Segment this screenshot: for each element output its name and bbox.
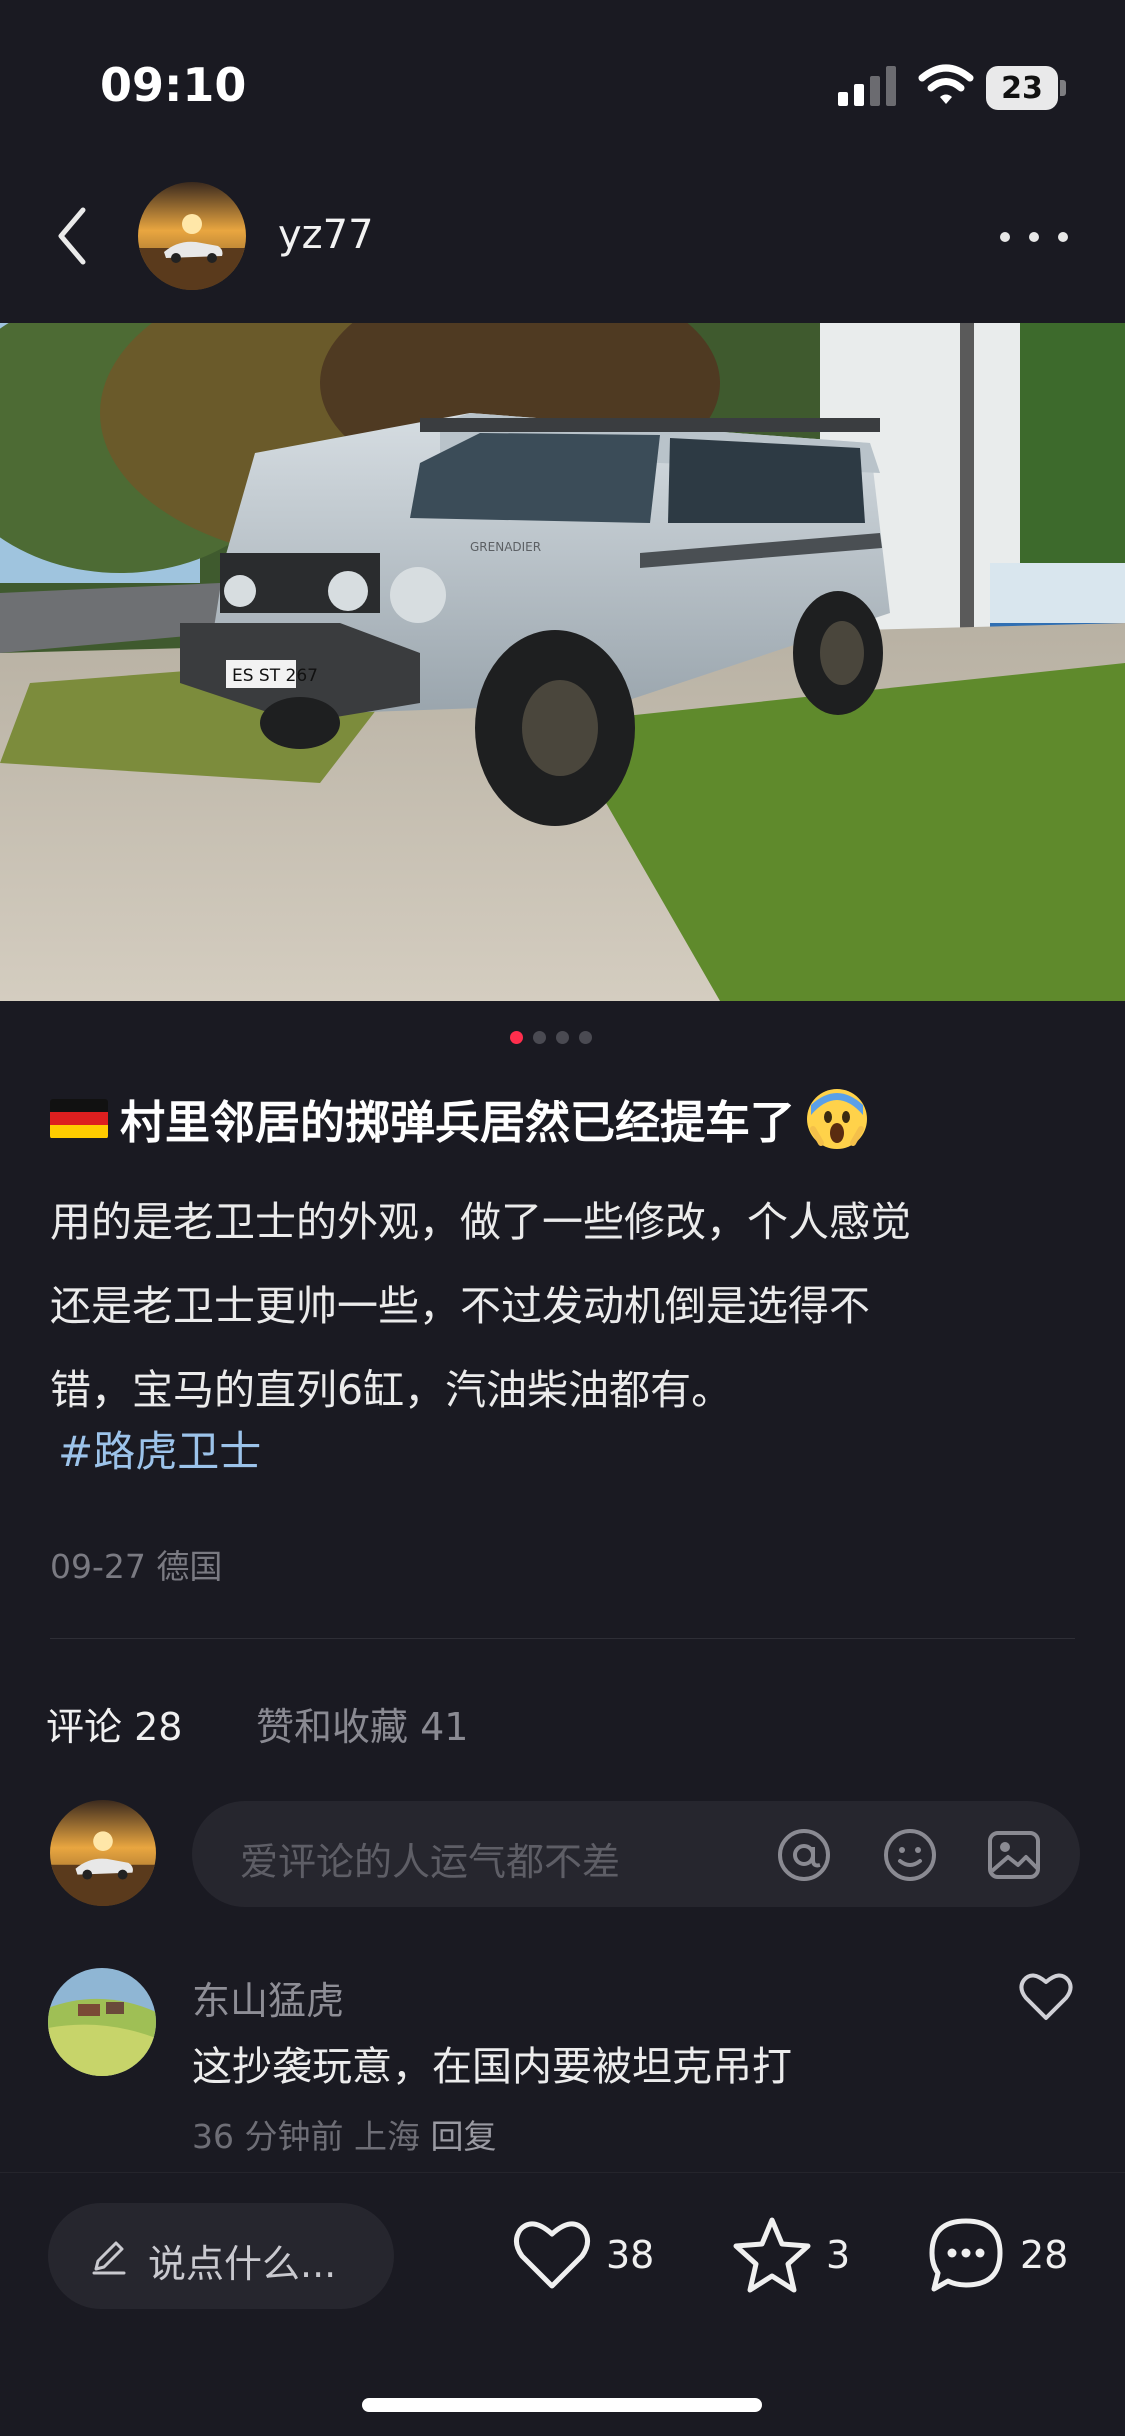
post-date: 09-27 xyxy=(50,1547,146,1586)
commenter-name[interactable]: 东山猛虎 xyxy=(192,1970,344,2025)
carousel-indicator xyxy=(510,1031,610,1047)
image-icon[interactable] xyxy=(986,1827,1042,1883)
avatar-image xyxy=(50,1800,156,1906)
post-body: 用的是老卫士的外观，做了一些修改，个人感觉 还是老卫士更帅一些，不过发动机倒是选… xyxy=(50,1180,1080,1432)
favorite-button[interactable]: 3 xyxy=(732,2215,850,2295)
battery-cap xyxy=(1060,80,1066,96)
carousel-dot-active xyxy=(510,1031,523,1044)
germany-flag-icon xyxy=(50,1098,108,1139)
hashtag-link[interactable]: #路虎卫士 xyxy=(58,1418,261,1479)
favorite-count: 3 xyxy=(826,2233,851,2277)
post-location: 德国 xyxy=(156,1547,223,1586)
say-something-label: 说点什么... xyxy=(148,2242,337,2286)
author-name[interactable]: yz77 xyxy=(278,212,374,258)
wifi-icon xyxy=(918,64,974,104)
status-time: 09:10 xyxy=(100,58,247,112)
avatar-image xyxy=(48,1968,156,2076)
screaming-face-icon xyxy=(807,1088,868,1149)
screaming-face-glyph xyxy=(809,1090,866,1147)
comment-count: 28 xyxy=(1020,2233,1069,2277)
license-plate-text: ES ST 267 xyxy=(232,666,318,686)
say-something-input[interactable]: 说点什么... xyxy=(48,2203,394,2309)
divider xyxy=(50,1638,1075,1639)
star-icon xyxy=(733,2217,811,2293)
pencil-icon xyxy=(92,2241,126,2275)
comment-location: 上海 xyxy=(353,2117,420,2156)
comment-input-placeholder: 爱评论的人运气都不差 xyxy=(240,1840,621,1884)
like-count: 38 xyxy=(606,2233,655,2277)
post-title: 村里邻居的掷弹兵居然已经提车了 xyxy=(120,1096,796,1149)
comment-button[interactable]: 28 xyxy=(926,2215,1068,2295)
car-photo: ES ST 267 GRENADIER xyxy=(0,323,1125,1001)
comment-input[interactable]: 爱评论的人运气都不差 xyxy=(192,1801,1080,1907)
more-options-button[interactable] xyxy=(1000,220,1068,254)
author-avatar[interactable] xyxy=(138,182,246,290)
tab-comments[interactable]: 评论 28 xyxy=(46,1696,182,1751)
comment-bubble-icon xyxy=(929,2218,1003,2292)
post-meta: 09-27 德国 xyxy=(50,1540,222,1588)
home-indicator[interactable] xyxy=(362,2398,762,2412)
chevron-left-icon xyxy=(58,207,86,265)
cellular-signal-icon xyxy=(838,66,896,106)
more-dot xyxy=(1058,232,1068,242)
post-title-row: 村里邻居的掷弹兵居然已经提车了 xyxy=(50,1086,1080,1151)
post-body-line: 用的是老卫士的外观，做了一些修改，个人感觉 xyxy=(50,1198,911,1246)
hood-badge-text: GRENADIER xyxy=(470,540,541,554)
carousel-dot xyxy=(533,1031,546,1044)
battery-level: 23 xyxy=(986,66,1058,110)
carousel-dot xyxy=(556,1031,569,1044)
heart-icon xyxy=(514,2221,590,2289)
comment-text: 这抄袭玩意，在国内要被坦克吊打 xyxy=(192,2044,792,2090)
comment-meta: 36 分钟前 上海 回复 xyxy=(192,2110,496,2158)
battery-indicator: 23 xyxy=(986,66,1066,110)
comment-like-heart-icon[interactable] xyxy=(1018,1970,1074,2022)
more-dot xyxy=(1000,232,1010,242)
like-button[interactable]: 38 xyxy=(512,2215,654,2295)
commenter-avatar[interactable] xyxy=(48,1968,156,2076)
mention-icon[interactable] xyxy=(776,1827,832,1883)
emoji-icon[interactable] xyxy=(882,1827,938,1883)
comment-time: 36 分钟前 xyxy=(192,2117,344,2156)
reply-button[interactable]: 回复 xyxy=(430,2117,496,2156)
tab-likes-and-favorites[interactable]: 赞和收藏 41 xyxy=(256,1696,468,1751)
bottom-bar-separator xyxy=(0,2172,1125,2173)
post-image[interactable]: ES ST 267 GRENADIER xyxy=(0,323,1125,1001)
my-avatar xyxy=(50,1800,156,1906)
post-body-line: 还是老卫士更帅一些，不过发动机倒是选得不 xyxy=(50,1282,870,1330)
back-button[interactable] xyxy=(44,204,100,268)
more-dot xyxy=(1029,232,1039,242)
avatar-image xyxy=(138,182,246,290)
carousel-dot xyxy=(579,1031,592,1044)
